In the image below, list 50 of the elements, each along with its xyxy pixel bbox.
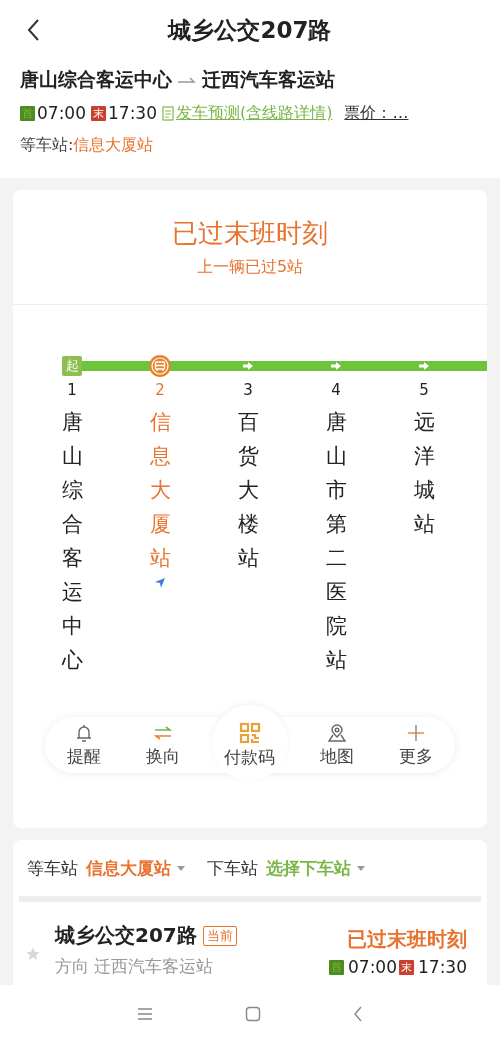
stop-number: 5 (419, 381, 429, 401)
destination-station: 迁西汽车客运站 (202, 67, 335, 92)
action-button[interactable]: 换向 (145, 722, 180, 768)
last-bus-time: 17:30 (108, 103, 157, 123)
stop-name[interactable]: 唐山市第二医院站 (325, 405, 347, 677)
action-button[interactable]: 付款码 (224, 721, 276, 769)
star-icon[interactable] (25, 946, 41, 962)
status-subtitle: 上一辆已过5站 (196, 257, 304, 278)
stop-number: 3 (243, 381, 253, 401)
last-bus-badge: 末 (399, 959, 414, 975)
plus-icon (405, 722, 426, 743)
qr-code-icon (239, 721, 261, 744)
direction-arrow-icon (243, 362, 253, 370)
caret-icon (177, 865, 185, 871)
stop-name[interactable]: 百货大楼站 (237, 405, 259, 575)
stop-number: 1 (67, 381, 77, 401)
direction-arrow-icon (419, 362, 429, 370)
line-direction: 方向 迁西汽车客运站 (55, 955, 215, 978)
first-bus-time: 07:00 (37, 103, 86, 123)
waiting-station: 信息大厦站 (73, 134, 154, 156)
direction-arrow-icon (331, 362, 341, 370)
caret-icon (357, 865, 365, 871)
fare-link[interactable]: 票价：… (344, 102, 409, 124)
map-pin-icon (327, 722, 348, 743)
last-bus-badge: 末 (91, 105, 106, 121)
stop-name[interactable]: 唐山综合客运中心 (61, 405, 83, 677)
action-button[interactable]: 提醒 (67, 722, 102, 768)
bus-stop-icon (149, 355, 171, 377)
home-icon[interactable] (245, 1006, 261, 1022)
status-title: 已过末班时刻 (172, 217, 328, 250)
start-marker: 起 (62, 356, 82, 376)
back-icon[interactable] (26, 18, 40, 42)
waiting-label: 等车站: (20, 134, 74, 156)
action-button[interactable]: 地图 (320, 722, 355, 768)
menu-icon[interactable] (137, 1007, 153, 1021)
origin-station: 唐山综合客运中心 (20, 67, 172, 92)
first-bus-time: 07:00 (348, 957, 397, 977)
action-button[interactable]: 更多 (398, 722, 433, 768)
last-bus-time: 17:30 (418, 957, 467, 977)
current-tag: 当前 (202, 925, 237, 946)
stop-name[interactable]: 远洋城站 (413, 405, 435, 541)
location-arrow-icon (154, 577, 166, 589)
waiting-label: 等车站 (27, 856, 78, 880)
alight-label: 下车站 (207, 856, 258, 880)
stop-number: 2 (155, 381, 165, 401)
line-name: 城乡公交207路 (55, 922, 197, 949)
document-icon (162, 105, 174, 121)
page-title: 城乡公交207路 (168, 15, 332, 45)
line-status: 已过末班时刻 (347, 926, 467, 953)
stop-number: 4 (331, 381, 341, 401)
